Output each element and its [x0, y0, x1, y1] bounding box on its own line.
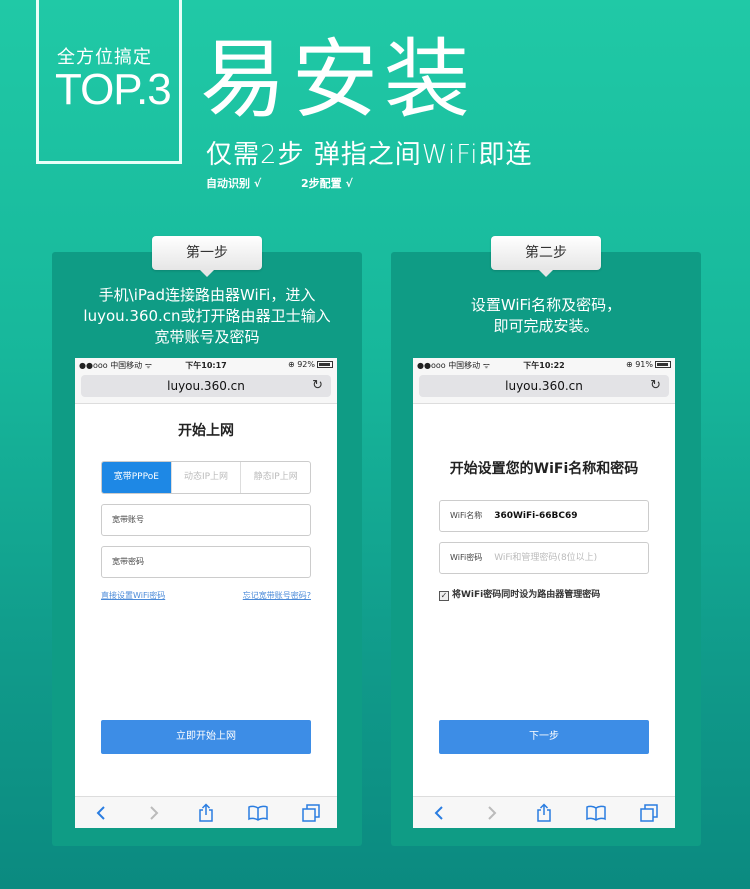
screen-title: 开始设置您的WiFi名称和密码 — [449, 461, 639, 477]
checkbox-label: 将WiFi密码同时设为路由器管理密码 — [452, 590, 601, 600]
step1-desc-line2: luyou.360.cn或打开路由器卫士输入 — [83, 307, 331, 325]
step2-desc-line2: 即可完成安装。 — [493, 317, 599, 335]
step1-desc-line1: 手机\iPad连接路由器WiFi，进入 — [98, 286, 316, 304]
next-step-button[interactable]: 下一步 — [439, 720, 649, 754]
account-input[interactable]: 宽带账号 — [101, 504, 311, 536]
browser-toolbar — [75, 796, 337, 828]
tabs-icon[interactable] — [639, 803, 659, 823]
same-password-checkbox-row[interactable]: ✓ 将WiFi密码同时设为路由器管理密码 — [439, 587, 600, 601]
password-input[interactable]: 宽带密码 — [101, 546, 311, 578]
address-area: luyou.360.cn ↻ — [75, 372, 337, 404]
checkbox-icon[interactable]: ✓ — [439, 591, 449, 601]
main-title: 易安装 — [200, 30, 476, 130]
step1-label: 第一步 — [152, 236, 262, 277]
url-bar[interactable]: luyou.360.cn ↻ — [419, 375, 669, 397]
step1-desc-line3: 宽带账号及密码 — [154, 328, 260, 346]
battery-text: ⊕ 91% — [625, 360, 653, 369]
wifi-password-label: WiFi密码 — [450, 553, 483, 562]
sub-title: 仅需2步 弹指之间WiFi即连 — [206, 140, 533, 170]
wifi-name-value: 360WiFi-66BC69 — [494, 511, 578, 521]
wifi-password-placeholder: WiFi和管理密码(8位以上) — [494, 553, 598, 563]
share-icon[interactable] — [196, 802, 216, 823]
step2-description: 设置WiFi名称及密码， 即可完成安装。 — [391, 295, 701, 337]
step1-description: 手机\iPad连接路由器WiFi，进入 luyou.360.cn或打开路由器卫士… — [52, 285, 362, 348]
phone-screen-step1: ●●ooo 中国移动 ᯤ 下午10:17 ⊕ 92% luyou.360.cn … — [75, 358, 337, 828]
share-icon[interactable] — [534, 802, 554, 823]
back-icon[interactable] — [91, 803, 111, 823]
step2-label: 第二步 — [491, 236, 601, 277]
feature-tags: 自动识别 √ 2步配置 √ — [206, 175, 389, 191]
reload-icon[interactable]: ↻ — [312, 375, 323, 397]
bookmarks-icon[interactable] — [586, 803, 607, 823]
wifi-password-input[interactable]: WiFi密码 WiFi和管理密码(8位以上) — [439, 542, 649, 574]
forward-icon[interactable] — [482, 803, 502, 823]
status-bar: ●●ooo 中国移动 ᯤ 下午10:22 ⊕ 91% — [413, 358, 675, 372]
forgot-account-link[interactable]: 忘记宽带账号密码? — [243, 590, 311, 601]
browser-toolbar — [413, 796, 675, 828]
tag-auto-detect: 自动识别 √ — [206, 177, 262, 190]
wifi-name-label: WiFi名称 — [450, 511, 483, 520]
tab-pppoe[interactable]: 宽带PPPoE — [102, 462, 171, 493]
connection-type-tabs: 宽带PPPoE 动态IP上网 静态IP上网 — [101, 461, 311, 494]
battery-icon: ⊕ 92% — [288, 360, 333, 369]
reload-icon[interactable]: ↻ — [650, 375, 661, 397]
tab-static-ip[interactable]: 静态IP上网 — [240, 462, 310, 493]
phone-screen-step2: ●●ooo 中国移动 ᯤ 下午10:22 ⊕ 91% luyou.360.cn … — [413, 358, 675, 828]
status-bar: ●●ooo 中国移动 ᯤ 下午10:17 ⊕ 92% — [75, 358, 337, 372]
tabs-icon[interactable] — [301, 803, 321, 823]
wifi-name-input[interactable]: WiFi名称 360WiFi-66BC69 — [439, 500, 649, 532]
direct-wifi-link[interactable]: 直接设置WiFi密码 — [101, 590, 165, 601]
start-internet-button[interactable]: 立即开始上网 — [101, 720, 311, 754]
badge-line2: TOP.3 — [55, 65, 172, 114]
tag-two-step: 2步配置 √ — [301, 177, 353, 190]
back-icon[interactable] — [429, 803, 449, 823]
step2-desc-line1: 设置WiFi名称及密码， — [470, 296, 622, 314]
url-text: luyou.360.cn — [167, 379, 245, 393]
address-area: luyou.360.cn ↻ — [413, 372, 675, 404]
url-text: luyou.360.cn — [505, 379, 583, 393]
battery-icon: ⊕ 91% — [626, 360, 671, 369]
url-bar[interactable]: luyou.360.cn ↻ — [81, 375, 331, 397]
badge-box: 全方位搞定 TOP.3 — [36, 0, 182, 164]
battery-text: ⊕ 92% — [287, 360, 315, 369]
screen-title: 开始上网 — [178, 423, 234, 439]
tab-dynamic-ip[interactable]: 动态IP上网 — [170, 462, 241, 493]
forward-icon[interactable] — [144, 803, 164, 823]
bookmarks-icon[interactable] — [248, 803, 269, 823]
